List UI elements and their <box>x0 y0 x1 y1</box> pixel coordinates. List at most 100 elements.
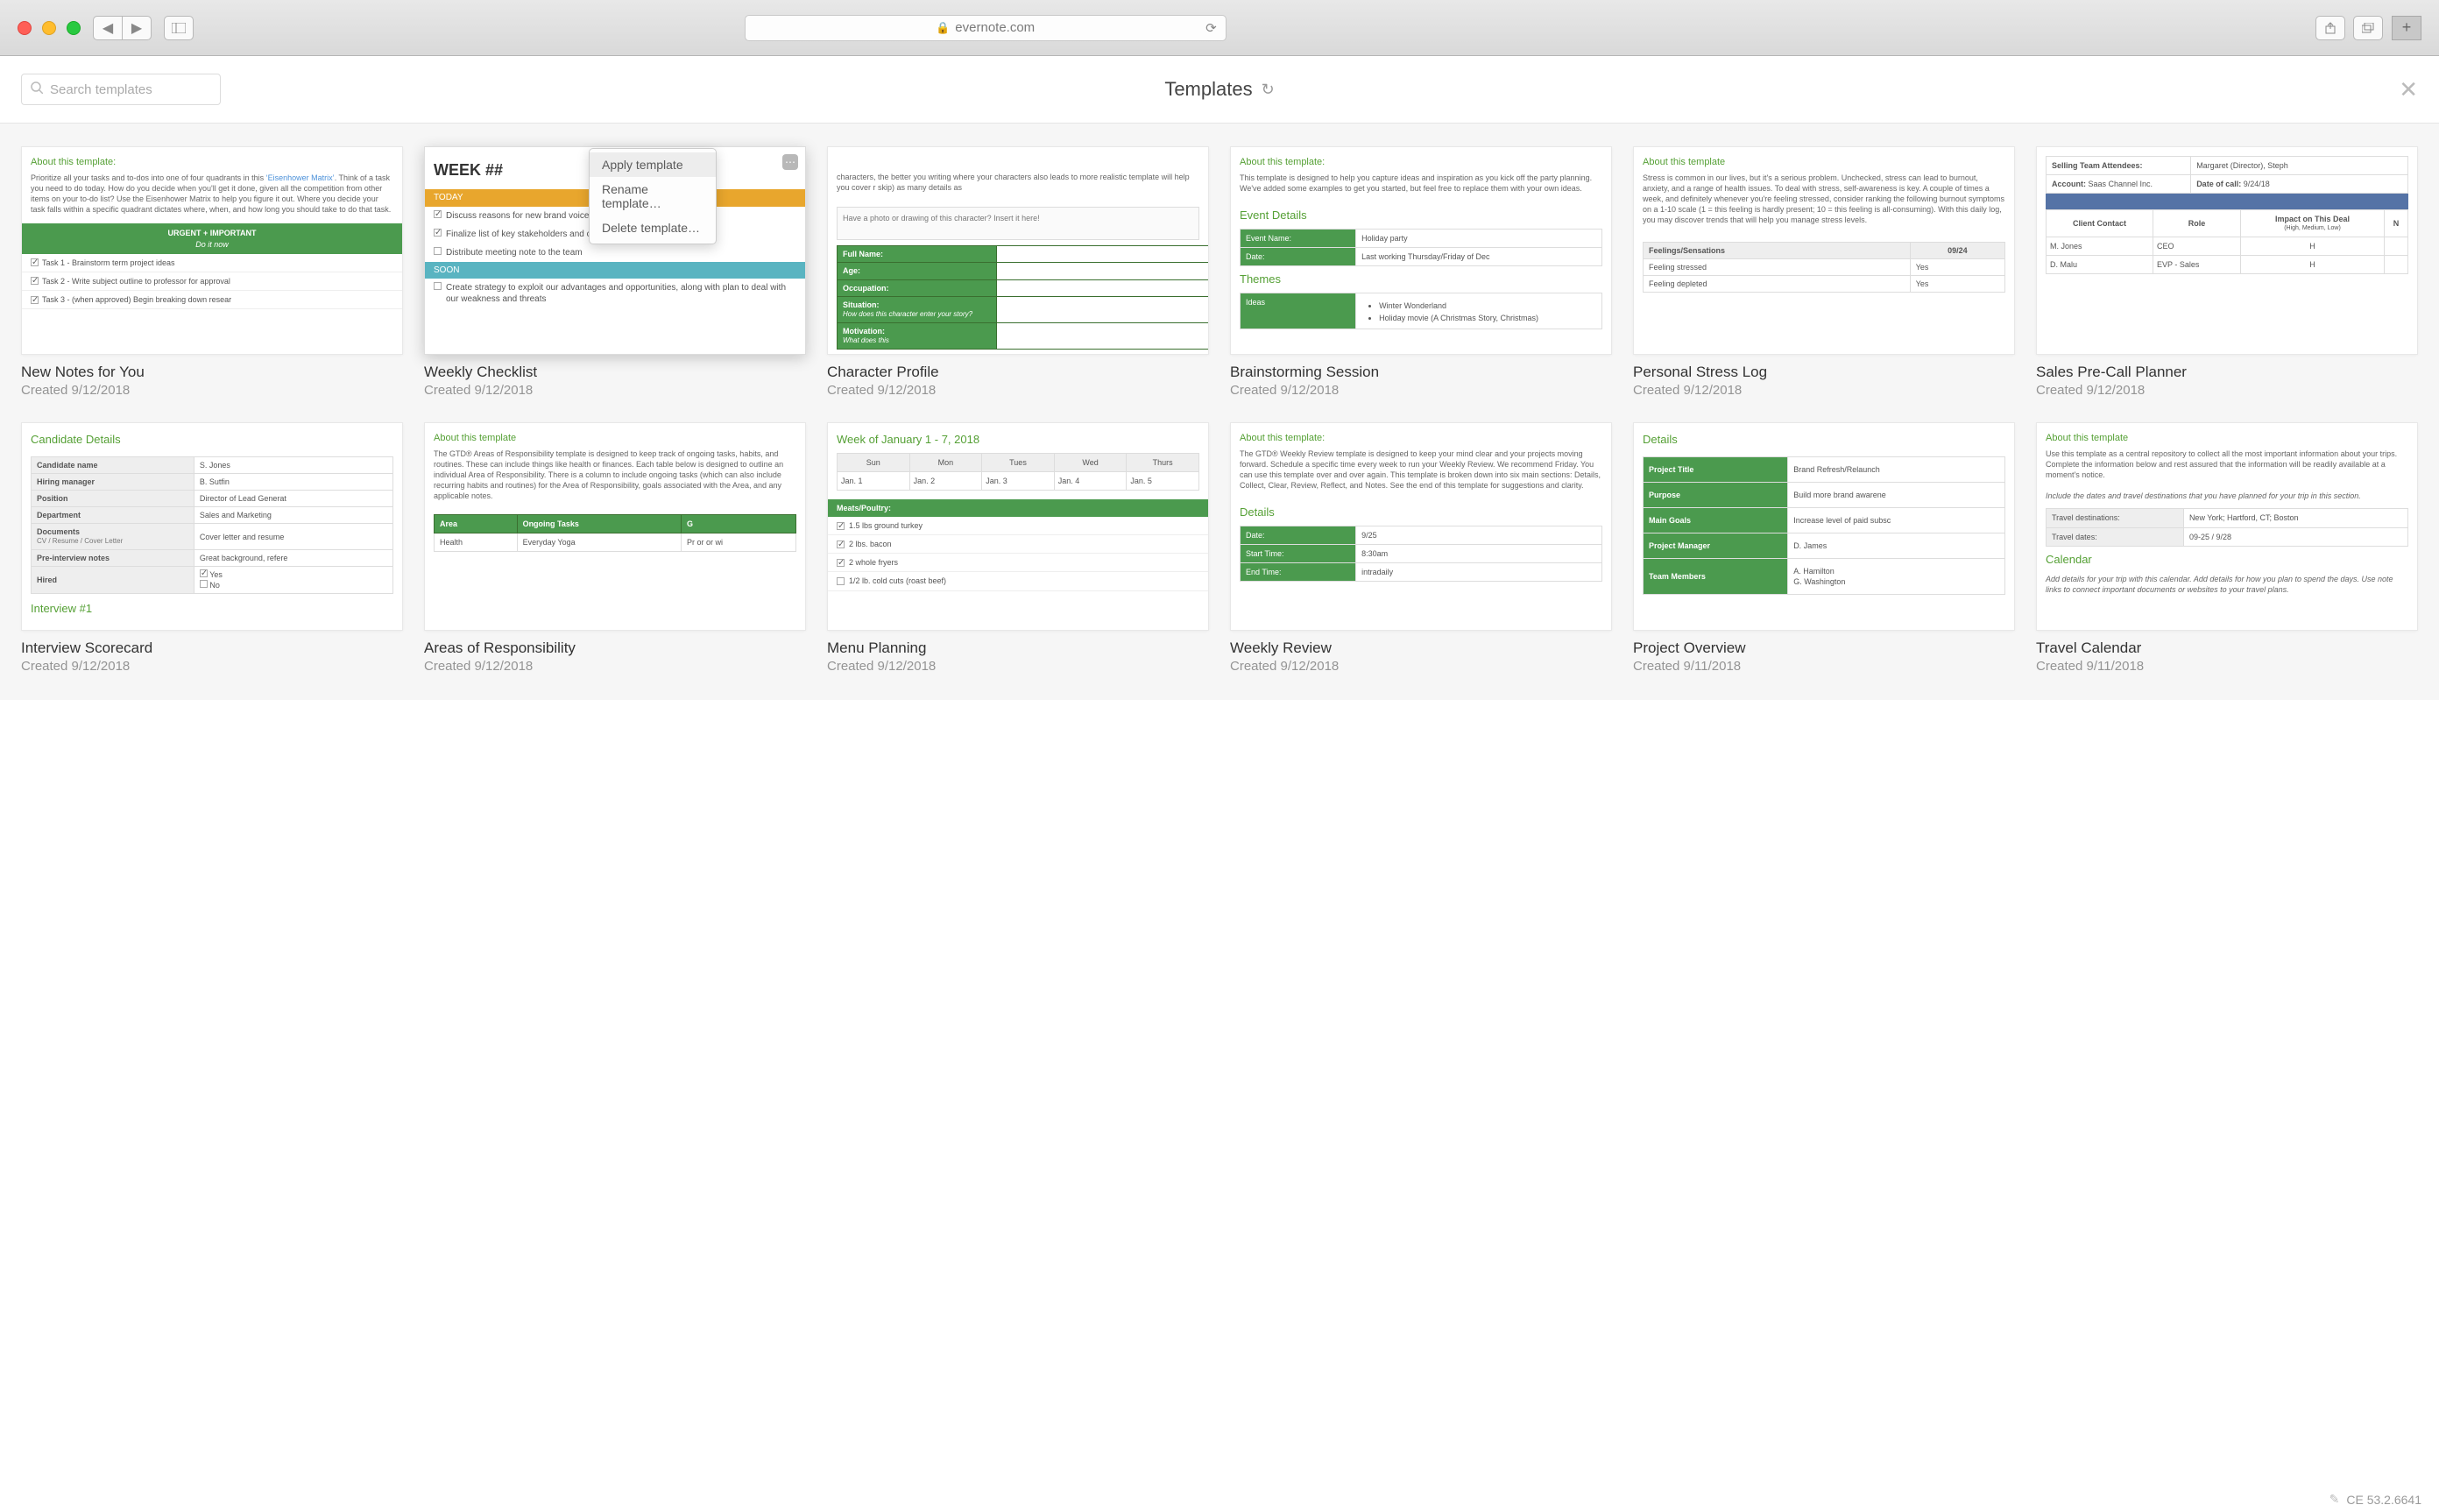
template-card-stress-log[interactable]: About this template Stress is common in … <box>1633 146 2015 355</box>
template-title: Weekly Checklist <box>424 364 806 381</box>
task-row: Create strategy to exploit our advantage… <box>425 279 805 308</box>
template-desc: Stress is common in our lives, but it's … <box>1643 173 2005 226</box>
new-tab-button[interactable]: + <box>2392 16 2421 40</box>
pencil-icon: ✎ <box>2329 1492 2340 1507</box>
template-card-menu-planning[interactable]: Week of January 1 - 7, 2018 SunMonTuesWe… <box>827 422 1209 631</box>
task-row: Task 1 - Brainstorm term project ideas <box>22 254 402 272</box>
travel-table: Travel destinations:New York; Hartford, … <box>2046 508 2408 546</box>
browser-chrome: ◀ ▶ 🔒 evernote.com ⟳ + <box>0 0 2439 56</box>
section-header: Details <box>1634 423 2014 456</box>
section-header: Event Details <box>1240 208 1602 223</box>
template-card-character-profile[interactable]: characters, the better you writing where… <box>827 146 1209 355</box>
template-date: Created 9/12/2018 <box>1633 383 2015 398</box>
search-icon <box>31 81 43 97</box>
about-label: About this template <box>434 432 796 445</box>
lock-icon: 🔒 <box>936 21 950 35</box>
template-date: Created 9/12/2018 <box>1230 383 1612 398</box>
menu-item: 2 whole fryers <box>828 554 1208 572</box>
menu-item: 1/2 lb. cold cuts (roast beef) <box>828 572 1208 590</box>
template-title: Areas of Responsibility <box>424 639 806 657</box>
ctx-rename-template[interactable]: Rename template… <box>590 177 716 215</box>
template-title: Project Overview <box>1633 639 2015 657</box>
event-table: Event Name:Holiday party Date:Last worki… <box>1240 229 1602 266</box>
about-label: About this template <box>2046 432 2408 445</box>
template-card-project-overview[interactable]: Details Project TitleBrand Refresh/Relau… <box>1633 422 2015 631</box>
section-header: Candidate Details <box>22 423 402 456</box>
template-title: Character Profile <box>827 364 1209 381</box>
template-date: Created 9/12/2018 <box>1230 659 1612 674</box>
template-card-travel-calendar[interactable]: About this template Use this template as… <box>2036 422 2418 631</box>
candidate-table: Candidate nameS. Jones Hiring managerB. … <box>31 456 393 595</box>
template-card-areas-responsibility[interactable]: About this template The GTD® Areas of Re… <box>424 422 806 631</box>
menu-item: 1.5 lbs ground turkey <box>828 517 1208 535</box>
template-card-brainstorming[interactable]: About this template: This template is de… <box>1230 146 1612 355</box>
menu-item: 2 lbs. bacon <box>828 535 1208 554</box>
close-window-icon[interactable] <box>18 21 32 35</box>
context-menu: Apply template Rename template… Delete t… <box>589 148 717 244</box>
ctx-apply-template[interactable]: Apply template <box>590 152 716 177</box>
template-cell: Selling Team Attendees:Margaret (Directo… <box>2036 146 2418 398</box>
template-date: Created 9/11/2018 <box>1633 659 2015 674</box>
template-card-sales-planner[interactable]: Selling Team Attendees:Margaret (Directo… <box>2036 146 2418 355</box>
template-cell: Details Project TitleBrand Refresh/Relau… <box>1633 422 2015 674</box>
template-title: Menu Planning <box>827 639 1209 657</box>
reload-icon[interactable]: ⟳ <box>1205 20 1217 36</box>
page-header-area: Search templates Templates ↻ ✕ <box>0 56 2439 105</box>
share-button[interactable] <box>2315 16 2345 40</box>
templates-grid-area: About this template: Prioritize all your… <box>0 123 2439 700</box>
template-desc: The GTD® Weekly Review template is desig… <box>1240 449 1602 491</box>
url-bar[interactable]: 🔒 evernote.com ⟳ <box>745 15 1227 41</box>
template-card-interview-scorecard[interactable]: Candidate Details Candidate nameS. Jones… <box>21 422 403 631</box>
search-input[interactable]: Search templates <box>21 74 221 105</box>
back-button[interactable]: ◀ <box>93 16 123 40</box>
template-cell: About this template Use this template as… <box>2036 422 2418 674</box>
character-table: Full Name: Age: Occupation: Situation:Ho… <box>837 245 1209 349</box>
more-button[interactable]: ⋯ <box>782 154 798 170</box>
sales-contact-table: Client ContactRoleImpact on This Deal(Hi… <box>2046 209 2408 274</box>
sidebar-icon <box>172 23 186 33</box>
template-cell: About this template: The GTD® Weekly Rev… <box>1230 422 1612 674</box>
template-card-weekly-review[interactable]: About this template: The GTD® Weekly Rev… <box>1230 422 1612 631</box>
sales-header-table: Selling Team Attendees:Margaret (Directo… <box>2046 156 2408 194</box>
template-card-eisenhower[interactable]: About this template: Prioritize all your… <box>21 146 403 355</box>
template-title: Interview Scorecard <box>21 639 403 657</box>
section-header: Themes <box>1240 272 1602 287</box>
checkbox-icon <box>837 541 845 548</box>
footer: ✎ CE 53.2.6641 <box>2329 1492 2421 1507</box>
template-date: Created 9/11/2018 <box>2036 659 2418 674</box>
divider-bar <box>2046 194 2408 209</box>
ctx-delete-template[interactable]: Delete template… <box>590 215 716 240</box>
close-button[interactable]: ✕ <box>2399 76 2418 103</box>
nav-buttons: ◀ ▶ <box>93 16 152 40</box>
window-controls <box>18 21 81 35</box>
template-desc: characters, the better you writing where… <box>828 147 1208 201</box>
refresh-icon[interactable]: ↻ <box>1262 81 1275 99</box>
about-label: About this template: <box>1240 156 1602 169</box>
template-cell: Candidate Details Candidate nameS. Jones… <box>21 422 403 674</box>
week-label: Week of January 1 - 7, 2018 <box>828 423 1208 453</box>
urgent-header: URGENT + IMPORTANT Do it now <box>22 223 402 253</box>
template-title: Brainstorming Session <box>1230 364 1612 381</box>
section-header: Interview #1 <box>22 594 402 625</box>
checkbox-icon <box>434 229 442 237</box>
maximize-window-icon[interactable] <box>67 21 81 35</box>
chrome-right: + <box>2315 16 2421 40</box>
template-title: Personal Stress Log <box>1633 364 2015 381</box>
template-date: Created 9/12/2018 <box>21 383 403 398</box>
checkbox-icon <box>200 569 208 577</box>
stress-table: Feelings/Sensations09/24 Feeling stresse… <box>1643 242 2005 293</box>
checkbox-icon <box>200 580 208 588</box>
template-date: Created 9/12/2018 <box>21 659 403 674</box>
template-date: Created 9/12/2018 <box>2036 383 2418 398</box>
checkbox-icon <box>31 258 39 266</box>
checkbox-icon <box>31 277 39 285</box>
minimize-window-icon[interactable] <box>42 21 56 35</box>
sidebar-toggle-button[interactable] <box>164 16 194 40</box>
area-table: AreaOngoing TasksG HealthEveryday YogaPr… <box>434 514 796 552</box>
task-row: Task 3 - (when approved) Begin breaking … <box>22 291 402 309</box>
tabs-button[interactable] <box>2353 16 2383 40</box>
task-row: Distribute meeting note to the team <box>425 244 805 262</box>
template-cell: About this template Stress is common in … <box>1633 146 2015 398</box>
url-text: evernote.com <box>955 20 1035 35</box>
forward-button[interactable]: ▶ <box>122 16 152 40</box>
